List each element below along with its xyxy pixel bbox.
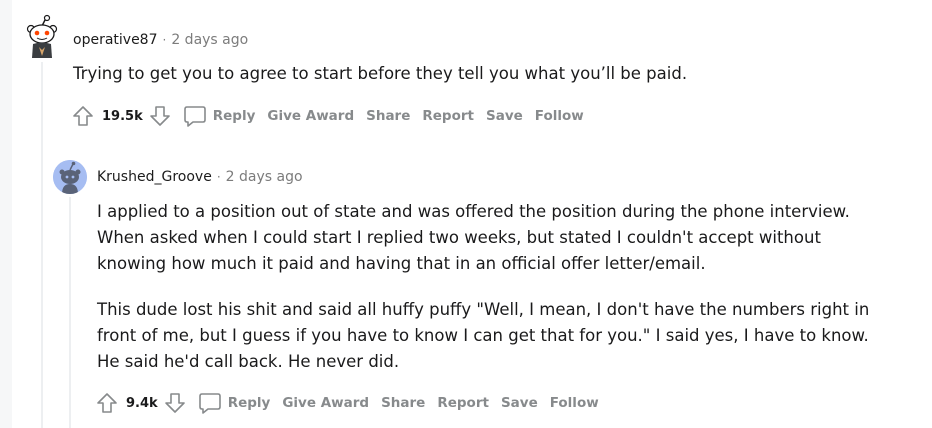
avatar[interactable] (53, 160, 87, 194)
upvote-arrow-icon (73, 106, 93, 126)
report-button[interactable]: Report (422, 108, 474, 124)
vote-count: 19.5k (102, 108, 143, 124)
snoo-avatar-icon (26, 14, 58, 58)
left-gutter (0, 0, 12, 428)
upvote-button[interactable] (70, 104, 96, 128)
comment-paragraph: Trying to get you to agree to start befo… (73, 64, 688, 83)
follow-button[interactable]: Follow (550, 395, 599, 411)
comment-body: Trying to get you to agree to start befo… (73, 61, 893, 87)
timestamp[interactable]: 2 days ago (226, 169, 303, 185)
author-name[interactable]: Krushed_Groove (97, 169, 212, 185)
comment-body: I applied to a position out of state and… (97, 199, 887, 375)
reply-button[interactable]: Reply (183, 104, 256, 128)
downvote-arrow-icon (164, 393, 185, 413)
report-button[interactable]: Report (437, 395, 489, 411)
vote-count: 9.4k (126, 395, 158, 411)
upvote-button[interactable] (94, 391, 120, 415)
save-button[interactable]: Save (501, 395, 538, 411)
separator-dot: · (216, 170, 221, 184)
comment-header: Krushed_Groove · 2 days ago (97, 169, 303, 185)
comment-header: operative87 · 2 days ago (73, 32, 248, 48)
comment-actions: 19.5k Reply Give Award Share Report Save… (70, 104, 584, 128)
downvote-button[interactable] (162, 391, 188, 415)
reply-button[interactable]: Reply (198, 391, 271, 415)
upvote-arrow-icon (97, 393, 117, 413)
follow-button[interactable]: Follow (535, 108, 584, 124)
comment-paragraph: I applied to a position out of state and… (97, 202, 850, 273)
reply-label: Reply (212, 108, 256, 124)
give-award-button[interactable]: Give Award (282, 395, 369, 411)
default-snoo-avatar-icon (53, 160, 87, 194)
separator-dot: · (162, 33, 167, 47)
downvote-arrow-icon (149, 106, 170, 126)
timestamp[interactable]: 2 days ago (171, 32, 248, 48)
downvote-button[interactable] (147, 104, 173, 128)
give-award-button[interactable]: Give Award (267, 108, 354, 124)
comment-bubble-icon (198, 391, 222, 415)
avatar[interactable] (24, 14, 60, 58)
comment-paragraph: This dude lost his shit and said all huf… (97, 300, 870, 371)
share-button[interactable]: Share (381, 395, 425, 411)
thread-line[interactable] (41, 62, 43, 428)
comment-actions: 9.4k Reply Give Award Share Report Save … (94, 391, 599, 415)
share-button[interactable]: Share (366, 108, 410, 124)
comment-bubble-icon (183, 104, 207, 128)
save-button[interactable]: Save (486, 108, 523, 124)
author-name[interactable]: operative87 (73, 32, 158, 48)
reply-label: Reply (227, 395, 271, 411)
thread-line[interactable] (69, 197, 71, 428)
